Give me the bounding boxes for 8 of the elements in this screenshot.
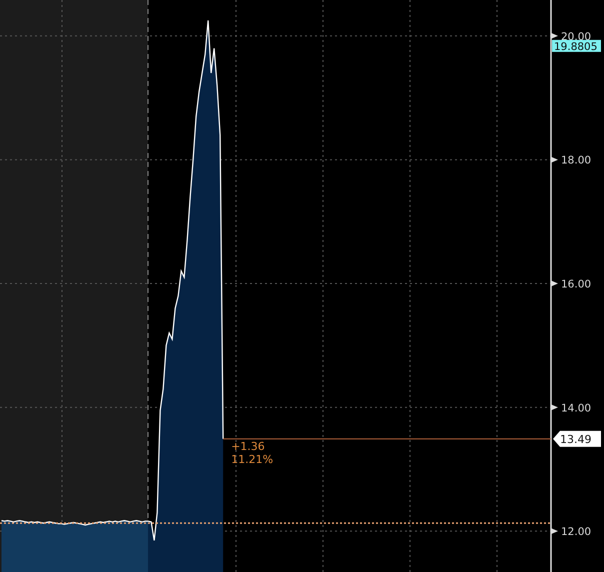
high-price-badge: 19.8805	[552, 40, 601, 53]
axis-label: 12.00	[561, 526, 592, 538]
change-label: 11.21%	[231, 452, 274, 466]
axis-label: 18.00	[561, 154, 592, 167]
axis-label: 16.00	[561, 278, 592, 291]
axis-label: 14.00	[561, 402, 592, 414]
change-label: +1.36	[231, 440, 265, 453]
ref-line-label: 13.49	[560, 432, 592, 446]
